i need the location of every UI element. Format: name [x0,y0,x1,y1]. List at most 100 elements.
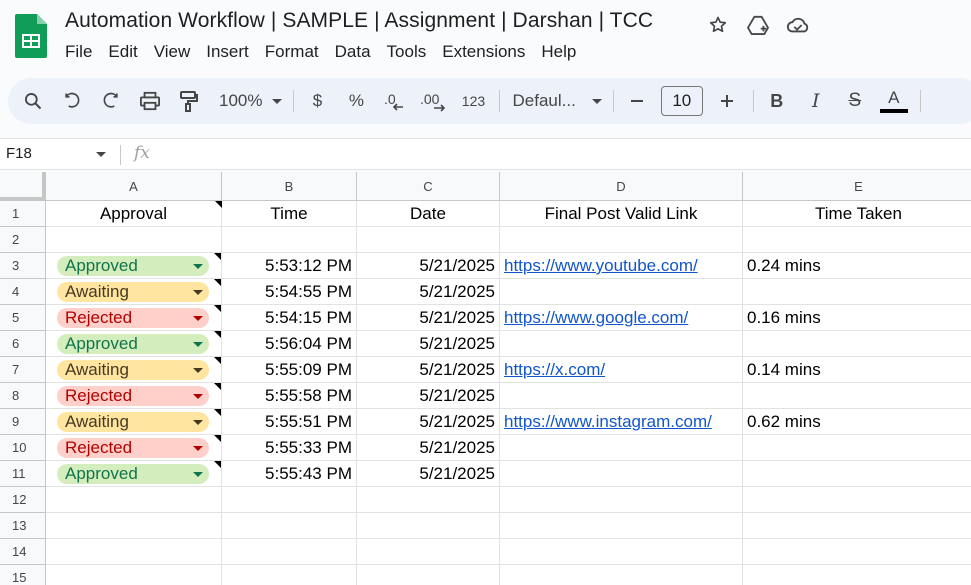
format-percent-button[interactable]: % [341,85,371,117]
more-formats-button[interactable]: 123 [458,85,488,117]
row-header[interactable]: 3 [0,253,46,279]
approval-cell[interactable]: Awaiting [46,357,222,383]
approval-cell[interactable] [46,539,222,565]
time-taken-cell[interactable] [743,331,971,357]
chevron-down-icon[interactable] [96,152,106,157]
date-cell[interactable]: 5/21/2025 [357,435,500,461]
date-cell[interactable]: 5/21/2025 [357,357,500,383]
link-cell[interactable] [500,383,743,409]
print-icon[interactable] [135,85,165,117]
document-title[interactable]: Automation Workflow | SAMPLE | Assignmen… [65,9,653,33]
row-header[interactable]: 5 [0,305,46,331]
menu-tools[interactable]: Tools [379,40,435,64]
date-cell[interactable]: 5/21/2025 [357,279,500,305]
link-cell[interactable] [500,227,743,253]
status-dropdown-chip[interactable]: Awaiting [57,360,209,380]
approval-cell[interactable] [46,487,222,513]
increase-decimal-icon[interactable]: .00 [419,85,449,117]
time-taken-cell[interactable]: 0.14 mins [743,357,971,383]
time-taken-cell[interactable]: 0.62 mins [743,409,971,435]
time-taken-cell[interactable] [743,487,971,513]
time-taken-cell[interactable] [743,461,971,487]
row-header[interactable]: 2 [0,227,46,253]
column-header-b[interactable]: B [222,172,357,201]
approval-cell[interactable]: Awaiting [46,409,222,435]
date-cell[interactable]: 5/21/2025 [357,253,500,279]
decrease-decimal-icon[interactable]: .0 [380,85,410,117]
row-header[interactable]: 11 [0,461,46,487]
menu-data[interactable]: Data [327,40,379,64]
column-header-e[interactable]: E [743,172,971,201]
star-icon[interactable] [703,12,733,38]
time-cell[interactable]: 5:55:33 PM [222,435,357,461]
time-taken-cell[interactable]: 0.24 mins [743,253,971,279]
link-cell[interactable]: https://www.google.com/ [500,305,743,331]
column-header-d[interactable]: D [500,172,743,201]
menu-extensions[interactable]: Extensions [434,40,533,64]
bold-button[interactable]: B [762,85,792,117]
approval-cell[interactable]: Approved [46,461,222,487]
menu-view[interactable]: View [146,40,199,64]
row-header[interactable]: 14 [0,539,46,565]
link-cell[interactable] [500,331,743,357]
status-dropdown-chip[interactable]: Rejected [57,308,209,328]
text-color-button[interactable]: A [879,85,909,117]
date-cell[interactable] [357,487,500,513]
time-taken-cell[interactable] [743,435,971,461]
undo-icon[interactable] [57,85,87,117]
status-dropdown-chip[interactable]: Approved [57,334,209,354]
row-header[interactable]: 13 [0,513,46,539]
column-header-c[interactable]: C [357,172,500,201]
time-cell[interactable]: 5:55:43 PM [222,461,357,487]
date-cell[interactable]: 5/21/2025 [357,383,500,409]
redo-icon[interactable] [96,85,126,117]
date-cell[interactable] [357,513,500,539]
increase-font-size-icon[interactable] [712,85,742,117]
header-cell-date[interactable]: Date [357,201,500,227]
time-cell[interactable]: 5:53:12 PM [222,253,357,279]
select-all-corner[interactable] [0,172,46,201]
decrease-font-size-icon[interactable] [622,85,652,117]
date-cell[interactable]: 5/21/2025 [357,461,500,487]
menu-file[interactable]: File [57,40,100,64]
row-header[interactable]: 9 [0,409,46,435]
approval-cell[interactable] [46,227,222,253]
row-header[interactable]: 10 [0,435,46,461]
time-cell[interactable] [222,565,357,585]
approval-cell[interactable]: Rejected [46,383,222,409]
link-cell[interactable] [500,565,743,585]
name-box[interactable]: F18 [6,145,32,162]
link-cell[interactable] [500,487,743,513]
format-currency-button[interactable]: $ [302,85,332,117]
status-dropdown-chip[interactable]: Rejected [57,438,209,458]
link-cell[interactable] [500,513,743,539]
header-cell-time[interactable]: Time [222,201,357,227]
menu-insert[interactable]: Insert [198,40,257,64]
time-taken-cell[interactable] [743,539,971,565]
time-cell[interactable]: 5:54:55 PM [222,279,357,305]
status-dropdown-chip[interactable]: Rejected [57,386,209,406]
time-cell[interactable]: 5:56:04 PM [222,331,357,357]
spreadsheet-grid[interactable]: A B C D E 1 Approval Time Date Final Pos… [0,172,971,585]
time-taken-cell[interactable] [743,513,971,539]
time-cell[interactable] [222,513,357,539]
time-taken-cell[interactable]: 0.16 mins [743,305,971,331]
time-taken-cell[interactable] [743,383,971,409]
link-cell[interactable] [500,279,743,305]
row-header[interactable]: 4 [0,279,46,305]
cloud-saved-icon[interactable] [783,12,813,38]
move-to-drive-icon[interactable] [743,12,773,38]
paint-format-icon[interactable] [174,85,204,117]
approval-cell[interactable]: Approved [46,253,222,279]
time-cell[interactable] [222,539,357,565]
post-link[interactable]: https://www.instagram.com/ [504,412,712,431]
time-cell[interactable] [222,487,357,513]
link-cell[interactable]: https://www.instagram.com/ [500,409,743,435]
approval-cell[interactable]: Awaiting [46,279,222,305]
row-header[interactable]: 1 [0,201,46,227]
row-header[interactable]: 8 [0,383,46,409]
font-size-input[interactable]: 10 [660,86,703,116]
header-cell-link[interactable]: Final Post Valid Link [500,201,743,227]
status-dropdown-chip[interactable]: Awaiting [57,282,209,302]
time-taken-cell[interactable] [743,565,971,585]
